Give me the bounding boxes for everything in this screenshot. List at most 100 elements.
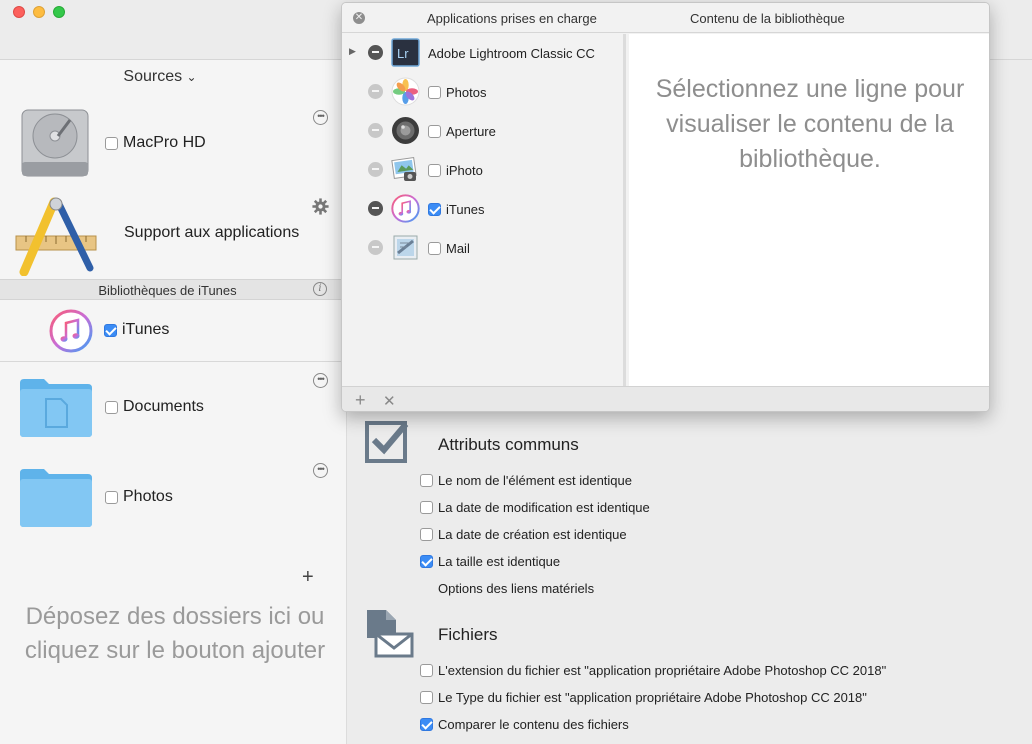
files-title: Fichiers <box>438 625 498 644</box>
app-row-itunes[interactable]: iTunes <box>342 190 626 229</box>
option-label: La date de modification est identique <box>438 500 650 515</box>
more-options-icon[interactable]: ••• <box>313 373 328 388</box>
photos-icon <box>391 77 420 106</box>
sidebar-divider <box>0 361 347 362</box>
photos-app-checkbox[interactable] <box>428 86 441 99</box>
compare-contents-checkbox[interactable] <box>420 718 433 731</box>
sources-sidebar: Sources ⌄ MacPro HD ••• Support aux appl… <box>0 60 347 744</box>
option-file-type[interactable]: Le Type du fichier est "application prop… <box>420 690 867 705</box>
remove-icon[interactable] <box>368 84 383 99</box>
aperture-icon <box>392 117 419 144</box>
lightroom-icon: Lr <box>391 38 420 67</box>
source-row-documents[interactable]: Documents ••• <box>0 365 340 445</box>
checkbox-icon <box>365 421 409 463</box>
source-row-applications-support[interactable]: Support aux applications <box>0 190 340 278</box>
app-row-aperture[interactable]: Aperture <box>342 112 626 151</box>
popover-header: ✕ Applications prises en charge Contenu … <box>342 3 989 33</box>
zoom-window-button[interactable] <box>53 6 65 18</box>
option-label: La taille est identique <box>438 554 561 569</box>
app-row-photos[interactable]: Photos <box>342 73 626 112</box>
macpro-hd-checkbox[interactable] <box>105 136 118 150</box>
app-row-mail[interactable]: Mail <box>342 229 626 268</box>
itunes-library-label: iTunes <box>122 321 170 338</box>
app-label: iPhoto <box>446 163 483 178</box>
app-row-lightroom[interactable]: ▶ Lr Adobe Lightroom Classic CC <box>342 34 626 73</box>
itunes-icon <box>49 309 93 353</box>
file-type-checkbox[interactable] <box>420 691 433 704</box>
iphoto-checkbox[interactable] <box>428 164 441 177</box>
add-source-button[interactable]: + <box>302 566 314 589</box>
gear-icon[interactable] <box>312 198 329 215</box>
hardlink-options-link[interactable]: Options des liens matériels <box>438 581 594 596</box>
photos-folder-checkbox[interactable] <box>105 490 118 504</box>
app-label: Mail <box>446 241 470 256</box>
info-icon[interactable]: i <box>313 282 327 296</box>
same-modification-date-checkbox[interactable] <box>420 501 433 514</box>
remove-icon[interactable] <box>368 201 383 216</box>
option-compare-contents[interactable]: Comparer le contenu des fichiers <box>420 717 629 732</box>
documents-label: Documents <box>123 398 204 415</box>
file-extension-checkbox[interactable] <box>420 664 433 677</box>
folder-icon <box>20 379 92 437</box>
same-size-checkbox[interactable] <box>420 555 433 568</box>
remove-icon[interactable] <box>368 240 383 255</box>
option-same-creation-date[interactable]: La date de création est identique <box>420 527 627 542</box>
common-attributes-title: Attributs communs <box>438 435 579 454</box>
option-label: Comparer le contenu des fichiers <box>438 717 629 732</box>
supported-apps-list: ▶ Lr Adobe Lightroom Classic CC Photos A… <box>342 34 626 386</box>
minimize-window-button[interactable] <box>33 6 45 18</box>
itunes-libraries-section-header: Bibliothèques de iTunes i <box>0 279 347 300</box>
add-application-button[interactable]: + <box>355 390 366 411</box>
option-label: La date de création est identique <box>438 527 627 542</box>
supported-applications-popover: ✕ Applications prises en charge Contenu … <box>341 2 990 412</box>
close-window-button[interactable] <box>13 6 25 18</box>
mail-icon <box>393 235 418 260</box>
option-file-extension[interactable]: L'extension du fichier est "application … <box>420 663 886 678</box>
iphoto-icon <box>391 156 417 181</box>
disclosure-triangle-icon[interactable]: ▶ <box>349 46 356 57</box>
more-options-icon[interactable]: ••• <box>313 463 328 478</box>
option-label: Le Type du fichier est "application prop… <box>438 690 867 705</box>
itunes-icon <box>391 194 420 223</box>
same-creation-date-checkbox[interactable] <box>420 528 433 541</box>
applications-support-label: Support aux applications <box>124 224 300 241</box>
remove-icon[interactable] <box>368 123 383 138</box>
app-label: Aperture <box>446 124 496 139</box>
svg-text:Lr: Lr <box>397 46 409 61</box>
option-same-name[interactable]: Le nom de l'élément est identique <box>420 473 632 488</box>
file-mail-icon <box>367 610 414 658</box>
close-icon[interactable]: ✕ <box>353 12 365 24</box>
documents-checkbox[interactable] <box>105 400 118 414</box>
photos-folder-label: Photos <box>123 488 173 505</box>
source-row-itunes[interactable]: iTunes <box>0 301 340 361</box>
itunes-app-checkbox[interactable] <box>428 203 441 216</box>
source-row-macpro-hd[interactable]: MacPro HD ••• <box>0 100 340 185</box>
popover-footer: + ✕ <box>342 386 989 411</box>
option-same-size[interactable]: La taille est identique <box>420 554 560 569</box>
option-label: L'extension du fichier est "application … <box>438 663 887 678</box>
select-row-message: Sélectionnez une ligne pour visualiser l… <box>655 75 965 173</box>
source-row-photos[interactable]: Photos ••• <box>0 455 340 535</box>
sources-menu[interactable]: Sources ⌄ <box>0 68 320 86</box>
option-same-modification-date[interactable]: La date de modification est identique <box>420 500 650 515</box>
macpro-hd-label: MacPro HD <box>123 134 206 151</box>
itunes-library-checkbox[interactable] <box>104 323 117 337</box>
option-label: Le nom de l'élément est identique <box>438 473 632 488</box>
sources-label: Sources <box>123 68 183 85</box>
remove-icon[interactable] <box>368 45 383 60</box>
app-row-iphoto[interactable]: iPhoto <box>342 151 626 190</box>
remove-application-button[interactable]: ✕ <box>383 392 396 410</box>
supported-apps-column-title: Applications prises en charge <box>427 11 597 26</box>
same-name-checkbox[interactable] <box>420 474 433 487</box>
drop-hint: Déposez des dossiers ici ou cliquez sur … <box>24 603 326 664</box>
app-label: Adobe Lightroom Classic CC <box>428 46 595 61</box>
itunes-libraries-title: Bibliothèques de iTunes <box>98 283 237 298</box>
mail-checkbox[interactable] <box>428 242 441 255</box>
library-contents-column-title: Contenu de la bibliothèque <box>690 11 845 26</box>
app-label: iTunes <box>446 202 485 217</box>
app-label: Photos <box>446 85 487 100</box>
aperture-checkbox[interactable] <box>428 125 441 138</box>
more-options-icon[interactable]: ••• <box>313 110 328 125</box>
remove-icon[interactable] <box>368 162 383 177</box>
library-contents-pane: Sélectionnez une ligne pour visualiser l… <box>629 34 989 386</box>
